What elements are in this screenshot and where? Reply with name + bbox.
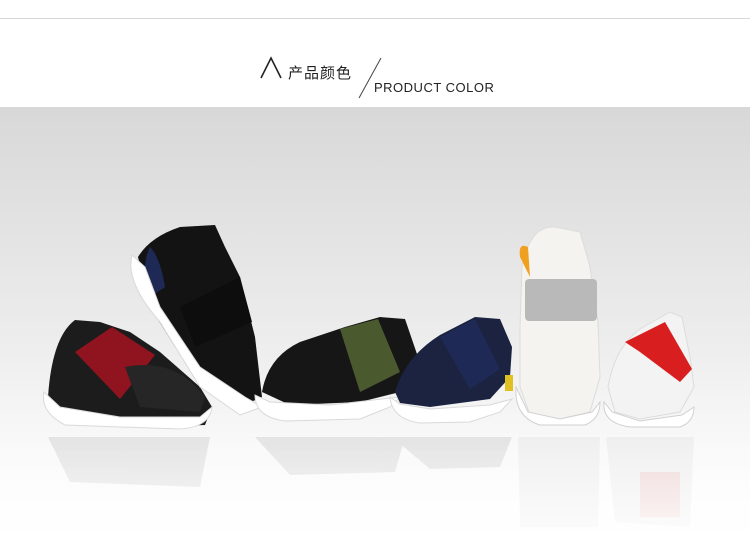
section-header: 产品颜色 PRODUCT COLOR bbox=[0, 18, 750, 108]
lambda-icon bbox=[260, 56, 282, 79]
shoes-photo bbox=[0, 107, 750, 552]
product-color-banner: 产品颜色 PRODUCT COLOR bbox=[0, 0, 750, 552]
title-chinese: 产品颜色 bbox=[288, 64, 353, 82]
title-english: PRODUCT COLOR bbox=[374, 80, 495, 95]
reflection-fade bbox=[0, 427, 750, 552]
shoe-white-grey bbox=[515, 226, 601, 426]
